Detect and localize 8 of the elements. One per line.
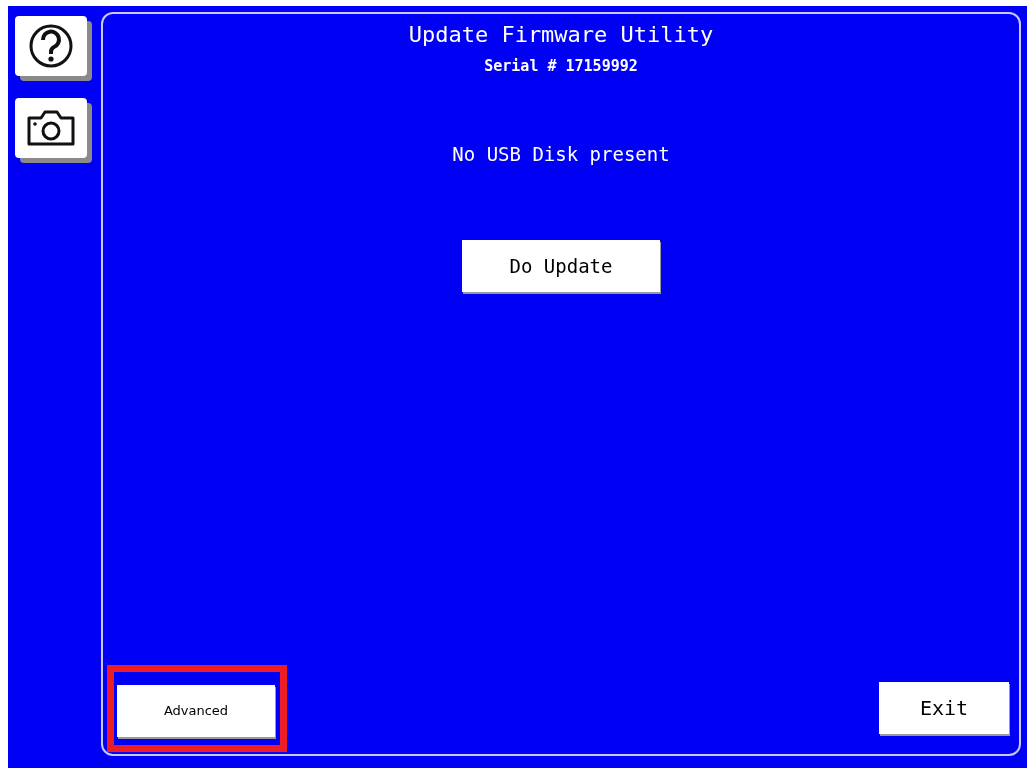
do-update-button[interactable]: Do Update <box>462 240 660 292</box>
camera-icon <box>25 108 77 148</box>
exit-button[interactable]: Exit <box>879 682 1009 734</box>
serial-number: Serial # 17159992 <box>484 56 638 77</box>
advanced-button[interactable]: Advanced <box>117 685 275 737</box>
help-icon <box>28 23 74 69</box>
status-message: No USB Disk present <box>452 141 670 167</box>
title: Update Firmware Utility <box>408 21 714 49</box>
